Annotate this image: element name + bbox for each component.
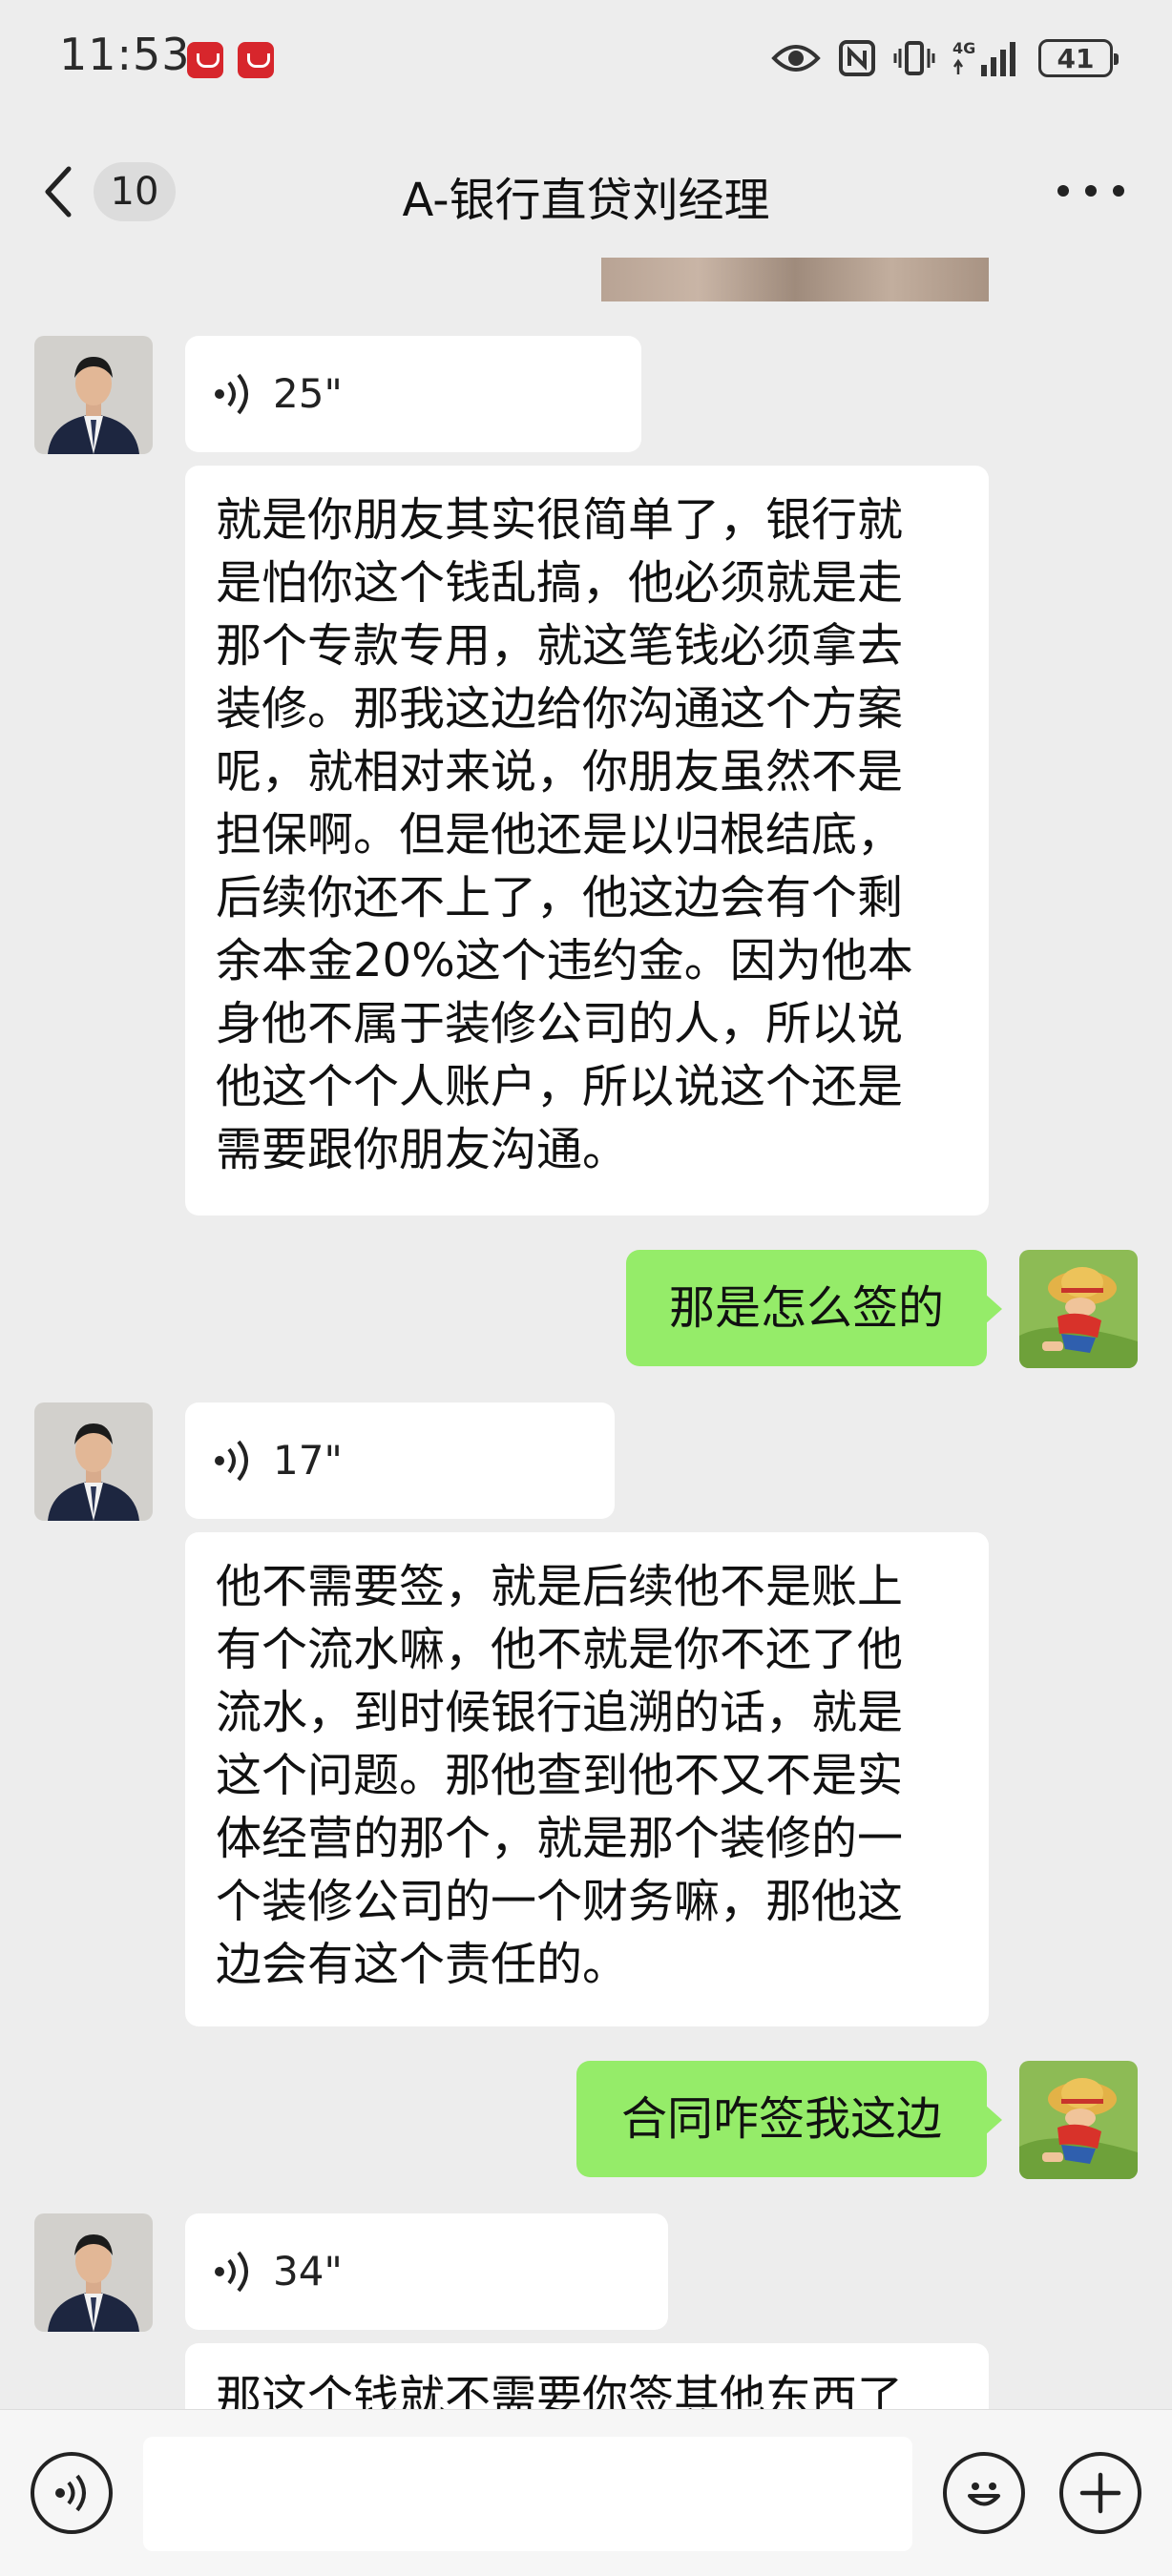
voice-wave-icon	[215, 2251, 248, 2293]
status-time: 11:53	[59, 29, 191, 80]
eye-icon	[771, 45, 821, 72]
battery-icon: 41	[1038, 39, 1119, 77]
more-dot-icon	[1085, 185, 1097, 197]
voice-wave-icon	[215, 373, 248, 415]
text-message[interactable]: 就是你朋友其实很简单了，银行就 是怕你这个钱乱搞，他必须就是走 那个专款专用，就…	[185, 466, 989, 1215]
chat-title: A-银行直贷刘经理	[402, 174, 770, 227]
message-text: 就是你朋友其实很简单了，银行就 是怕你这个钱乱搞，他必须就是走 那个专款专用，就…	[216, 493, 913, 1176]
4g-signal-icon: 4G	[952, 39, 1015, 76]
more-dot-icon	[1057, 185, 1069, 197]
back-button[interactable]: 10	[38, 158, 191, 225]
outgoing-text-message[interactable]: 那是怎么签的	[626, 1250, 1002, 1366]
image-message[interactable]	[601, 258, 989, 301]
voice-wave-icon	[215, 1440, 248, 1482]
more-functions-button[interactable]	[1059, 2452, 1141, 2534]
more-dot-icon	[1113, 185, 1124, 197]
input-bar	[0, 2409, 1172, 2576]
user-avatar[interactable]	[1019, 2061, 1138, 2179]
huawei-app-icon	[187, 42, 223, 78]
message-text: 他不需要签，就是后续他不是账上 有个流水嘛，他不就是你不还了他 流水，到时候银行…	[216, 1560, 904, 1991]
voice-message[interactable]: 25"	[185, 336, 641, 452]
more-options-button[interactable]	[1057, 181, 1124, 200]
status-bar: 11:53 4G 41	[0, 0, 1172, 124]
emoji-icon	[968, 2483, 1000, 2506]
message-text: 那是怎么签的	[668, 1281, 944, 1335]
plus-icon	[1079, 2472, 1121, 2514]
voice-duration: 25"	[273, 370, 343, 417]
unread-count-badge: 10	[94, 162, 176, 221]
contact-avatar[interactable]	[34, 2213, 153, 2332]
outgoing-text-message[interactable]: 合同咋签我这边	[576, 2061, 1002, 2177]
contact-avatar[interactable]	[34, 336, 153, 454]
svg-text:4G: 4G	[952, 39, 975, 57]
chevron-left-icon	[45, 166, 72, 218]
voice-duration: 34"	[273, 2248, 343, 2295]
voice-message[interactable]: 34"	[185, 2213, 668, 2330]
voice-input-icon	[55, 2474, 86, 2512]
user-avatar[interactable]	[1019, 1250, 1138, 1368]
message-text: 合同咋签我这边	[620, 2092, 942, 2146]
chat-header: 10 A-银行直贷刘经理	[0, 124, 1172, 258]
text-message[interactable]: 那这个钱就不需要你签其他东西了	[185, 2343, 989, 2409]
voice-message[interactable]: 17"	[185, 1402, 615, 1519]
message-input[interactable]	[143, 2437, 912, 2551]
chat-messages[interactable]: 25" 就是你朋友其实很简单了，银行就 是怕你这个钱乱搞，他必须就是走 那个专款…	[0, 258, 1172, 2409]
voice-duration: 17"	[273, 1437, 343, 1484]
vibrate-icon	[893, 41, 935, 75]
voice-input-button[interactable]	[31, 2452, 113, 2534]
status-icons: 4G 41	[771, 34, 1119, 82]
text-message[interactable]: 他不需要签，就是后续他不是账上 有个流水嘛，他不就是你不还了他 流水，到时候银行…	[185, 1532, 989, 2026]
nfc-icon	[839, 40, 875, 76]
emoji-button[interactable]	[943, 2452, 1025, 2534]
contact-avatar[interactable]	[34, 1402, 153, 1521]
message-text: 那这个钱就不需要你签其他东西了	[216, 2371, 904, 2409]
huawei-app-icon	[238, 42, 274, 78]
